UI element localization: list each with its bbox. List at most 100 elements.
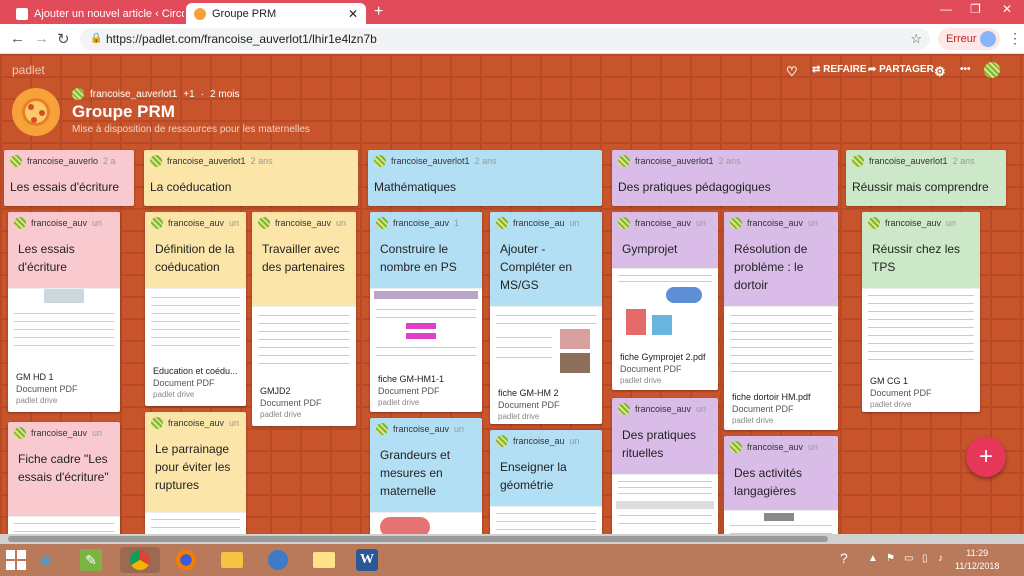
pizza-icon [12, 88, 60, 136]
notepad-icon[interactable]: ✎ [80, 549, 102, 571]
word-icon[interactable]: W [356, 549, 378, 571]
post-card-parrainage[interactable]: francoise_auv un Le parrainage pour évite… [145, 412, 246, 542]
user-avatar[interactable] [984, 62, 1000, 78]
post-card-partenaires[interactable]: francoise_auv un Travailler avec des part… [252, 212, 356, 426]
file-source: padlet drive [732, 416, 774, 425]
explorer-icon[interactable] [218, 547, 246, 573]
close-tab-icon[interactable]: ✕ [348, 7, 358, 21]
post-title: Ajouter - Compléter en MS/GS [500, 242, 573, 292]
pdf-thumbnail[interactable] [145, 288, 246, 360]
avatar [151, 417, 163, 429]
error-label: Erreur [946, 33, 977, 45]
back-icon[interactable]: ← [10, 30, 25, 47]
post-card-rituelles[interactable]: francoise_auv un Des pratiques rituelles [612, 398, 718, 542]
post-age: un [92, 218, 103, 228]
minimize-button[interactable]: — [940, 2, 952, 16]
avatar [730, 441, 742, 453]
lock-icon[interactable]: 🔒 [90, 28, 102, 50]
post-author: francoise_auv [747, 218, 804, 228]
file-name: fiche GM-HM 2 [498, 388, 559, 398]
tab-groupe-prm[interactable]: Groupe PRM ✕ [186, 3, 366, 24]
post-age: un [336, 218, 347, 228]
browser-menu-icon[interactable]: ⋮ [1008, 30, 1022, 47]
padlet-logo[interactable]: padlet [12, 63, 45, 77]
pdf-thumbnail[interactable] [490, 306, 602, 386]
new-tab-button[interactable]: + [374, 3, 383, 21]
tab-title: Groupe PRM [212, 7, 277, 20]
add-post-button[interactable]: + [966, 437, 1006, 477]
battery-icon[interactable]: ▯ [922, 553, 928, 564]
column-header-essais[interactable]: francoise_auverlo 2 a Les essais d'écritu… [4, 150, 134, 206]
pdf-thumbnail[interactable] [252, 306, 356, 378]
horizontal-scrollbar[interactable] [0, 534, 1024, 544]
post-card-gymprojet[interactable]: francoise_auv un Gymprojet fiche Gymproje… [612, 212, 718, 390]
avatar [618, 217, 630, 229]
post-card-geometrie[interactable]: francoise_au un Enseigner la géométrie [490, 430, 602, 542]
clock[interactable]: 11:29 11/12/2018 [955, 547, 999, 573]
help-icon[interactable]: ? [840, 550, 848, 566]
volume-icon[interactable]: ♪ [938, 553, 943, 564]
remake-button[interactable]: ⇄ REFAIRE [812, 64, 867, 75]
bookmark-star-icon[interactable]: ☆ [910, 28, 922, 50]
chrome-icon[interactable] [120, 547, 160, 573]
post-card-tps[interactable]: francoise_auv un Réussir chez les TPS GM … [862, 212, 980, 412]
post-age: 1 [454, 218, 460, 228]
avatar [374, 155, 386, 167]
ie-icon[interactable]: e [32, 547, 60, 573]
post-title: Construire le nombre en PS [380, 242, 457, 274]
url-input[interactable]: 🔒 https://padlet.com/francoise_auverlot1… [80, 28, 930, 50]
post-author: francoise_auv [635, 218, 692, 228]
forward-icon[interactable]: → [34, 30, 49, 47]
flag-icon[interactable]: ⚑ [886, 553, 895, 564]
folder-icon[interactable] [310, 547, 338, 573]
thunderbird-icon[interactable] [264, 547, 292, 573]
firefox-icon[interactable] [172, 547, 200, 573]
heart-icon[interactable]: ♡ [786, 64, 798, 80]
column-header-reussir[interactable]: francoise_auverlot1 2 ans Réussir mais co… [846, 150, 1006, 206]
column-header-coeducation[interactable]: francoise_auverlot1 2 ans La coéducation [144, 150, 358, 206]
file-source: padlet drive [498, 412, 540, 421]
remake-label: REFAIRE [823, 64, 867, 75]
file-type: Document PDF [732, 404, 794, 414]
post-card-langagieres[interactable]: francoise_auv un Des activités langagière… [724, 436, 838, 542]
post-card-grandeurs[interactable]: francoise_auv un Grandeurs et mesures en … [370, 418, 482, 542]
avatar [496, 217, 508, 229]
column-header-mathematiques[interactable]: francoise_auverlot1 2 ans Mathématiques [368, 150, 602, 206]
avatar [376, 217, 388, 229]
share-icon: ➦ [868, 64, 880, 75]
share-button[interactable]: ➦ PARTAGER [868, 64, 934, 75]
column-title: Mathématiques [374, 180, 457, 194]
wall-header: francoise_auverlot1 +1 · 2 mois Groupe P… [12, 88, 712, 138]
more-icon[interactable]: ••• [960, 64, 971, 75]
reload-icon[interactable]: ↻ [57, 30, 70, 48]
pdf-thumbnail[interactable] [724, 306, 838, 384]
url-text: https://padlet.com/francoise_auverlot1/l… [106, 32, 377, 46]
pdf-thumbnail[interactable] [862, 288, 980, 370]
pdf-thumbnail[interactable] [370, 288, 482, 366]
tray-arrow-icon[interactable]: ▲ [868, 553, 878, 564]
author-name[interactable]: francoise_auverlot1 [90, 89, 177, 100]
column-header-pratiques[interactable]: francoise_auverlot1 2 ans Des pratiques p… [612, 150, 838, 206]
browser-tab-bar: Ajouter un nouvel article ‹ Circon ✕ Gro… [0, 0, 1024, 24]
tab-ajouter-article[interactable]: Ajouter un nouvel article ‹ Circon ✕ [8, 3, 184, 24]
post-card-resolution[interactable]: francoise_auv un Résolution de problème :… [724, 212, 838, 430]
post-card-ajouter-completer[interactable]: francoise_au un Ajouter - Compléter en MS… [490, 212, 602, 424]
file-source: padlet drive [378, 398, 420, 407]
pdf-thumbnail[interactable] [612, 474, 718, 542]
close-window-button[interactable]: ✕ [1002, 2, 1012, 16]
restore-button[interactable]: ❐ [970, 2, 981, 16]
pdf-thumbnail[interactable] [8, 288, 120, 358]
post-card-essais[interactable]: francoise_auv un Les essais d'écriture GM… [8, 212, 120, 412]
post-card-construire-nombre[interactable]: francoise_auv 1 Construire le nombre en P… [370, 212, 482, 412]
profile-error-button[interactable]: Erreur [938, 28, 1000, 50]
start-button[interactable] [6, 550, 26, 570]
settings-icon[interactable]: ⚙ [934, 64, 946, 80]
display-icon[interactable]: ▭ [904, 553, 913, 564]
pdf-thumbnail[interactable] [612, 268, 718, 344]
post-card-fiche-cadre[interactable]: francoise_auv un Fiche cadre "Les essais … [8, 422, 120, 542]
scrollbar-thumb[interactable] [8, 536, 828, 542]
post-age: 2 ans [474, 156, 497, 166]
wall-author: francoise_auverlot1 +1 · 2 mois [72, 88, 239, 100]
post-card-definition[interactable]: francoise_auv un Définition de la coéduca… [145, 212, 246, 406]
file-name: fiche dortoir HM.pdf [732, 392, 811, 402]
